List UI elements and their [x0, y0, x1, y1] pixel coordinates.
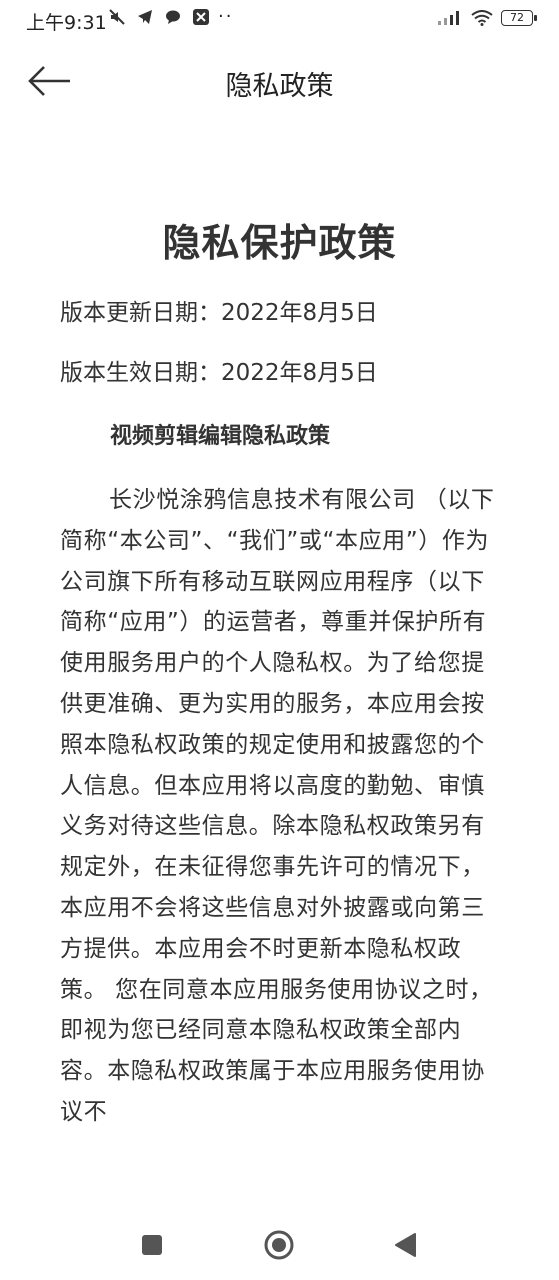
battery-indicator: 72: [501, 10, 537, 26]
page-title: 隐私政策: [225, 71, 334, 102]
app-notification-icon: [193, 9, 209, 25]
app-header: 隐私政策: [0, 40, 559, 120]
home-icon[interactable]: [259, 1225, 299, 1265]
mute-icon: [109, 9, 125, 25]
version-effective-date: 版本生效日期：2022年8月5日: [60, 360, 378, 386]
system-navigation-bar: [0, 1205, 559, 1280]
more-notifications-dots: ··: [218, 6, 234, 27]
document-title: 隐私保护政策: [162, 221, 397, 265]
notification-icons: [108, 8, 210, 26]
back-triangle-icon[interactable]: [385, 1225, 425, 1265]
signal-icon: [438, 11, 459, 25]
system-indicators: 72: [437, 10, 537, 26]
recent-apps-icon[interactable]: [132, 1225, 172, 1265]
wifi-icon: [471, 10, 493, 26]
chat-bubble-icon: [166, 10, 180, 24]
status-bar: 上午9:31 ·· 72: [0, 0, 559, 40]
version-updated-date: 版本更新日期：2022年8月5日: [60, 300, 378, 326]
policy-paragraph: 长沙悦涂鸦信息技术有限公司 （以下简称“本公司”、“我们”或“本应用”）作为公司…: [60, 487, 495, 1125]
policy-content[interactable]: 隐私保护政策 版本更新日期：2022年8月5日 版本生效日期：2022年8月5日…: [0, 120, 559, 1205]
telegram-icon: [138, 10, 152, 24]
policy-subheading: 视频剪辑编辑隐私政策: [110, 424, 331, 449]
status-time: 上午9:31: [26, 12, 107, 34]
